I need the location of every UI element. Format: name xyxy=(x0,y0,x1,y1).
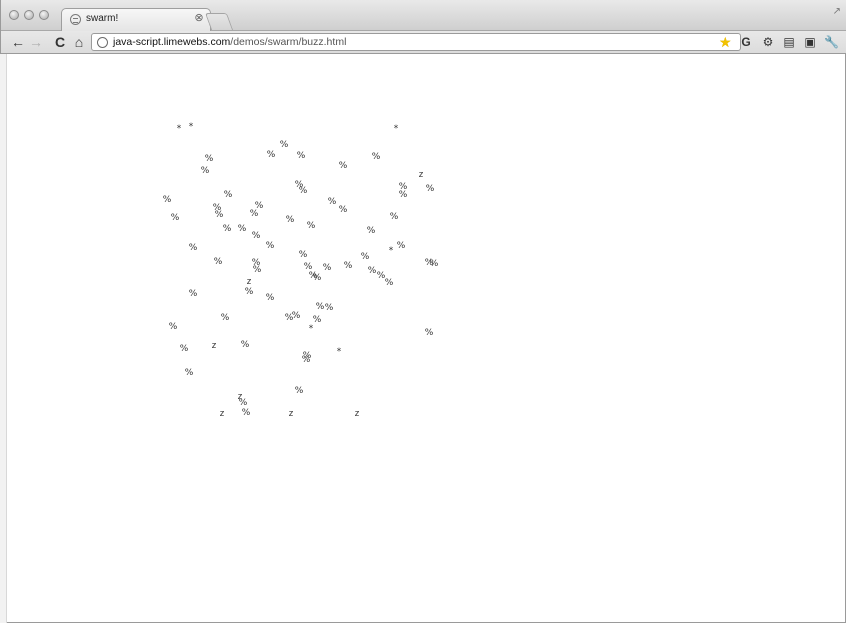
swarm-bee: % xyxy=(238,224,247,234)
swarm-bee: % xyxy=(185,368,194,378)
swarm-bee: % xyxy=(307,221,316,231)
swarm-bee: % xyxy=(367,226,376,236)
swarm-bee: % xyxy=(180,344,189,354)
swarm-bee: % xyxy=(325,303,334,313)
swarm-bee: % xyxy=(328,197,337,207)
swarm-bee: % xyxy=(339,205,348,215)
swarm-bee: % xyxy=(430,259,439,269)
swarm-bee: % xyxy=(397,241,406,251)
swarm-bee: % xyxy=(399,190,408,200)
swarm-bee: % xyxy=(302,355,311,365)
swarm-bee: % xyxy=(201,166,210,176)
swarm-bee: % xyxy=(163,195,172,205)
swarm-bee: % xyxy=(313,273,322,283)
swarm-bee: % xyxy=(266,293,275,303)
swarm-canvas: * * *%%%%%%%z%%%%%%%%%%%%%%%%%%%%%%% %*%%%%… xyxy=(163,122,439,419)
swarm-sleeping-bee: z xyxy=(419,170,424,180)
swarm-dot: * xyxy=(389,246,394,256)
swarm-dot: * xyxy=(337,347,342,357)
swarm-bee: % xyxy=(241,340,250,350)
swarm-bee: % xyxy=(223,224,232,234)
swarm-bee: % xyxy=(239,398,248,408)
swarm-dot: * xyxy=(309,324,314,334)
bee-layer: * * *%%%%%%%z%%%%%%%%%%%%%%%%%%%%%%% %*%%%%… xyxy=(163,122,439,419)
swarm-bee: % xyxy=(250,209,259,219)
swarm-bee: % xyxy=(266,241,275,251)
swarm-bee: % xyxy=(426,184,435,194)
swarm-sleeping-bee: z xyxy=(247,277,252,287)
swarm-bee: % xyxy=(205,154,214,164)
swarm-dot: * xyxy=(177,124,182,134)
swarm-bee: % xyxy=(280,140,289,150)
swarm-dot: * xyxy=(189,122,194,132)
swarm-bee: % xyxy=(286,215,295,225)
swarm-bee: % xyxy=(361,252,370,262)
swarm-bee: % xyxy=(242,408,251,418)
swarm-bee: % xyxy=(215,210,224,220)
swarm-bee: % xyxy=(323,263,332,273)
swarm-bee: % xyxy=(313,315,322,325)
swarm-bee: % xyxy=(253,265,262,275)
swarm-bee: % xyxy=(385,278,394,288)
swarm-sleeping-bee: z xyxy=(212,341,217,351)
swarm-bee: % xyxy=(295,386,304,396)
swarm-bee: % xyxy=(221,313,230,323)
swarm-bee: % xyxy=(189,243,198,253)
swarm-sleeping-bee: z xyxy=(289,409,294,419)
swarm-bee: % xyxy=(368,266,377,276)
swarm-bee: % xyxy=(171,213,180,223)
swarm-bee: % xyxy=(214,257,223,267)
swarm-bee: % xyxy=(292,311,301,321)
swarm-sleeping-bee: z xyxy=(220,409,225,419)
swarm-bee: % xyxy=(425,328,434,338)
swarm-bee: % xyxy=(169,322,178,332)
swarm-bee: % xyxy=(339,161,348,171)
swarm-bee: % xyxy=(245,287,254,297)
swarm-bee: % xyxy=(299,186,308,196)
swarm-bee: % xyxy=(267,150,276,160)
swarm-bee: % xyxy=(372,152,381,162)
swarm-bee: % xyxy=(316,302,325,312)
swarm-bee: % xyxy=(252,231,261,241)
swarm-bee: % xyxy=(344,261,353,271)
swarm-bee: % xyxy=(297,151,306,161)
swarm-bee: % xyxy=(390,212,399,222)
swarm-bee: % xyxy=(299,250,308,260)
swarm-dot: * xyxy=(394,124,399,134)
swarm-bee: % xyxy=(224,190,233,200)
swarm-sleeping-bee: z xyxy=(355,409,360,419)
swarm-bee: % xyxy=(189,289,198,299)
